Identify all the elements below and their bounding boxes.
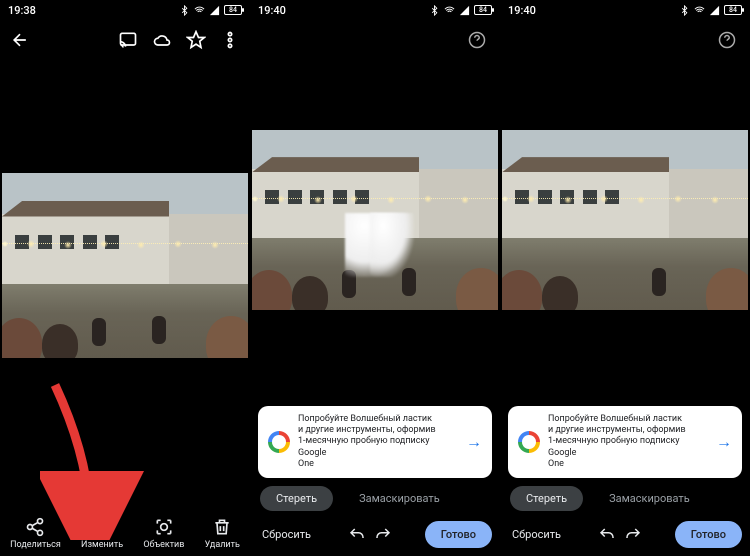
promo-text: Попробуйте Волшебный ластик и другие инс… <box>548 414 708 470</box>
more-button[interactable] <box>220 30 240 50</box>
arrow-right-icon: → <box>716 432 732 452</box>
battery-indicator: 84 <box>474 5 492 15</box>
wifi-icon <box>444 5 455 16</box>
favorite-button[interactable] <box>186 30 206 50</box>
help-row <box>250 20 500 60</box>
battery-indicator: 84 <box>224 5 242 15</box>
mask-chip[interactable]: Замаскировать <box>343 486 456 511</box>
erase-chip[interactable]: Стереть <box>260 486 333 511</box>
status-time: 19:40 <box>508 4 679 17</box>
lens-icon <box>154 517 174 537</box>
delete-button[interactable]: Удалить <box>205 517 240 550</box>
share-icon <box>25 517 45 537</box>
signal-icon <box>459 5 470 16</box>
done-button[interactable]: Готово <box>675 521 742 548</box>
google-one-icon <box>518 431 540 453</box>
status-bar: 19:38 84 <box>0 0 250 20</box>
status-indicators: 84 <box>179 5 242 16</box>
star-icon <box>186 30 206 50</box>
edit-label: Изменить <box>81 540 123 550</box>
bluetooth-icon <box>429 5 440 16</box>
photo <box>252 130 498 310</box>
back-button[interactable] <box>10 30 30 50</box>
undo-icon <box>348 526 366 544</box>
status-time: 19:40 <box>258 4 429 17</box>
google-one-promo[interactable]: Попробуйте Волшебный ластик и другие инс… <box>258 406 492 478</box>
photo-viewport[interactable] <box>0 60 250 511</box>
lens-button[interactable]: Объектив <box>143 517 184 550</box>
tool-chips: Стереть Замаскировать <box>500 484 750 517</box>
bluetooth-icon <box>679 5 690 16</box>
status-bar: 19:40 84 <box>250 0 500 20</box>
photo-viewport[interactable] <box>250 60 500 400</box>
more-vert-icon <box>220 30 240 50</box>
help-row <box>500 20 750 60</box>
reset-button[interactable]: Сбросить <box>508 522 565 547</box>
status-time: 19:38 <box>8 4 179 17</box>
redo-button[interactable] <box>374 526 392 544</box>
done-button[interactable]: Готово <box>425 521 492 548</box>
wifi-icon <box>694 5 705 16</box>
battery-indicator: 84 <box>724 5 742 15</box>
status-indicators: 84 <box>679 5 742 16</box>
editor-bar: Сбросить Готово <box>500 517 750 556</box>
wifi-icon <box>194 5 205 16</box>
editor-pane-result: 19:40 84 Попробу <box>500 0 750 556</box>
status-bar: 19:40 84 <box>500 0 750 20</box>
redo-button[interactable] <box>624 526 642 544</box>
edit-icon <box>92 517 112 537</box>
redo-icon <box>374 526 392 544</box>
reset-button[interactable]: Сбросить <box>258 522 315 547</box>
google-one-icon <box>268 431 290 453</box>
cloud-button[interactable] <box>152 30 172 50</box>
help-button[interactable] <box>468 31 486 49</box>
share-label: Поделиться <box>10 540 61 550</box>
arrow-right-icon: → <box>466 432 482 452</box>
redo-icon <box>624 526 642 544</box>
mask-chip[interactable]: Замаскировать <box>593 486 706 511</box>
photo-viewport[interactable] <box>500 60 750 400</box>
share-button[interactable]: Поделиться <box>10 517 61 550</box>
tool-chips: Стереть Замаскировать <box>250 484 500 517</box>
help-icon <box>718 31 736 49</box>
erase-chip[interactable]: Стереть <box>510 486 583 511</box>
cast-button[interactable] <box>118 30 138 50</box>
photo <box>2 173 248 358</box>
cloud-icon <box>152 30 172 50</box>
bottom-nav: Поделиться Изменить Объектив Удалить <box>0 511 250 556</box>
edit-button[interactable]: Изменить <box>81 517 123 550</box>
signal-icon <box>709 5 720 16</box>
signal-icon <box>209 5 220 16</box>
google-one-promo[interactable]: Попробуйте Волшебный ластик и другие инс… <box>508 406 742 478</box>
status-indicators: 84 <box>429 5 492 16</box>
top-toolbar <box>0 20 250 60</box>
promo-text: Попробуйте Волшебный ластик и другие инс… <box>298 414 458 470</box>
bluetooth-icon <box>179 5 190 16</box>
viewer-pane: 19:38 84 <box>0 0 250 556</box>
help-icon <box>468 31 486 49</box>
cast-icon <box>118 30 138 50</box>
undo-button[interactable] <box>598 526 616 544</box>
undo-icon <box>598 526 616 544</box>
erase-mask-overlay <box>370 213 414 278</box>
editor-pane-masked: 19:40 84 <box>250 0 500 556</box>
help-button[interactable] <box>718 31 736 49</box>
arrow-left-icon <box>10 30 30 50</box>
editor-bar: Сбросить Готово <box>250 517 500 556</box>
undo-button[interactable] <box>348 526 366 544</box>
trash-icon <box>212 517 232 537</box>
photo <box>502 130 748 310</box>
lens-label: Объектив <box>143 540 184 550</box>
delete-label: Удалить <box>205 540 240 550</box>
